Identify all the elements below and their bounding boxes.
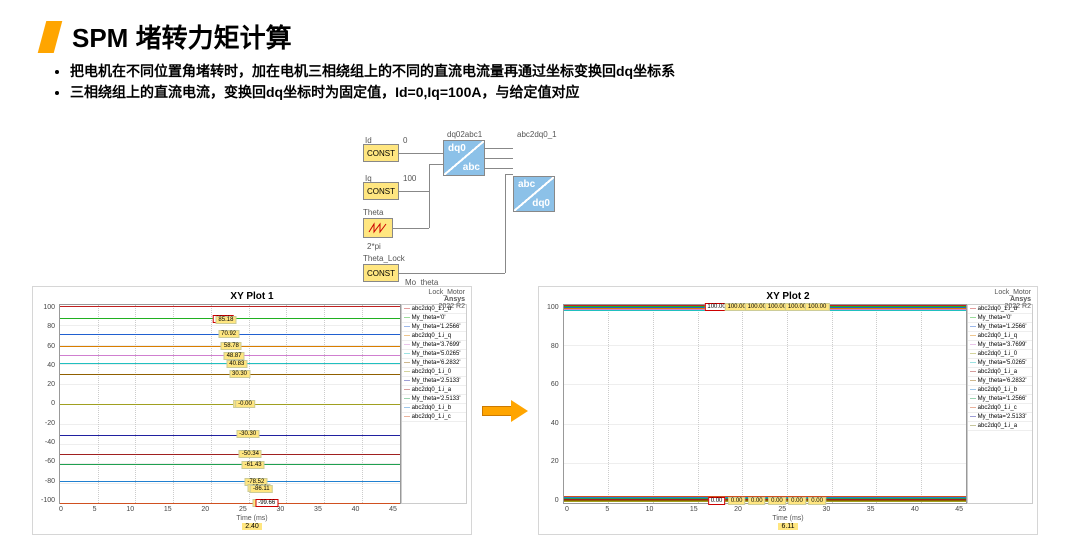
chart-area: 100.00100.00100.00100.00100.00100.000.00… bbox=[563, 304, 967, 504]
x-axis: 051015202530354045 bbox=[543, 504, 1033, 515]
bullet-item: 把电机在不同位置角堵转时，加在电机三相绕组上的不同的直流电流量再通过坐标变换回d… bbox=[70, 61, 1088, 82]
wire bbox=[393, 228, 429, 229]
input-value: 100 bbox=[403, 174, 416, 183]
wire bbox=[485, 168, 513, 169]
chart-area: 86.1185.1870.9258.7848.8740.8330.300.00-… bbox=[59, 304, 401, 504]
block-label: abc2dq0_1 bbox=[517, 130, 557, 139]
wire bbox=[485, 158, 513, 159]
dq0-to-abc-block: dq0 abc bbox=[443, 140, 485, 176]
x-label: Time (ms) bbox=[236, 515, 267, 522]
wire bbox=[505, 174, 506, 273]
plots-row: XY Plot 1 Lock_Motor Ansys 2022 R2 10080… bbox=[32, 286, 1072, 535]
slide-title: SPM 堵转力矩计算 bbox=[72, 18, 292, 55]
const-block: CONST bbox=[363, 264, 399, 282]
wire bbox=[399, 153, 443, 154]
const-block: CONST bbox=[363, 144, 399, 162]
block-diagram: Id CONST 0 Iq CONST 100 Theta 2*pi Theta… bbox=[363, 130, 703, 280]
legend: — abc2dq0_1.i_d— My_theta='0'— My_theta=… bbox=[967, 304, 1033, 504]
sawtooth-block bbox=[363, 218, 393, 238]
legend: — abc2dq0_1.i_d— My_theta='0'— My_theta=… bbox=[401, 304, 467, 504]
block-label: dq02abc1 bbox=[447, 130, 482, 139]
slide-header: SPM 堵转力矩计算 bbox=[0, 0, 1088, 55]
thetalock-label: Theta_Lock bbox=[363, 254, 405, 263]
accent-bar bbox=[38, 21, 63, 53]
bullet-item: 三相绕组上的直流电流，变换回dq坐标时为固定值，Id=0,Iq=100A，与给定… bbox=[70, 82, 1088, 103]
plot-corner: Lock_Motor Ansys 2022 R2 bbox=[994, 289, 1031, 310]
xy-plot-2: XY Plot 2 Lock_Motor Ansys 2022 R2 10080… bbox=[538, 286, 1038, 535]
plot-title: XY Plot 2 bbox=[766, 291, 809, 302]
wire bbox=[429, 164, 443, 165]
const-block: CONST bbox=[363, 182, 399, 200]
y-axis: 100806040200-20-40-60-80-100 bbox=[37, 304, 59, 504]
y-axis: 100806040200 bbox=[543, 304, 563, 504]
wire bbox=[505, 174, 513, 175]
wire bbox=[399, 191, 429, 192]
xy-plot-1: XY Plot 1 Lock_Motor Ansys 2022 R2 10080… bbox=[32, 286, 472, 535]
gain-label: 2*pi bbox=[367, 242, 381, 251]
plot-title: XY Plot 1 bbox=[230, 291, 273, 302]
wire bbox=[429, 176, 430, 228]
arrow-icon bbox=[482, 400, 528, 422]
theta-label: Theta bbox=[363, 208, 383, 217]
abc-to-dq0-block: abc dq0 bbox=[513, 176, 555, 212]
input-value: 0 bbox=[403, 136, 407, 145]
plot-corner: Lock_Motor Ansys 2022 R2 bbox=[428, 289, 465, 310]
wire bbox=[399, 273, 505, 274]
x-label: Time (ms) bbox=[772, 515, 803, 522]
x-highlight: 6.11 bbox=[778, 523, 797, 530]
x-highlight: 2.40 bbox=[242, 523, 262, 530]
wire bbox=[485, 148, 513, 149]
bullet-list: 把电机在不同位置角堵转时，加在电机三相绕组上的不同的直流电流量再通过坐标变换回d… bbox=[0, 55, 1088, 103]
